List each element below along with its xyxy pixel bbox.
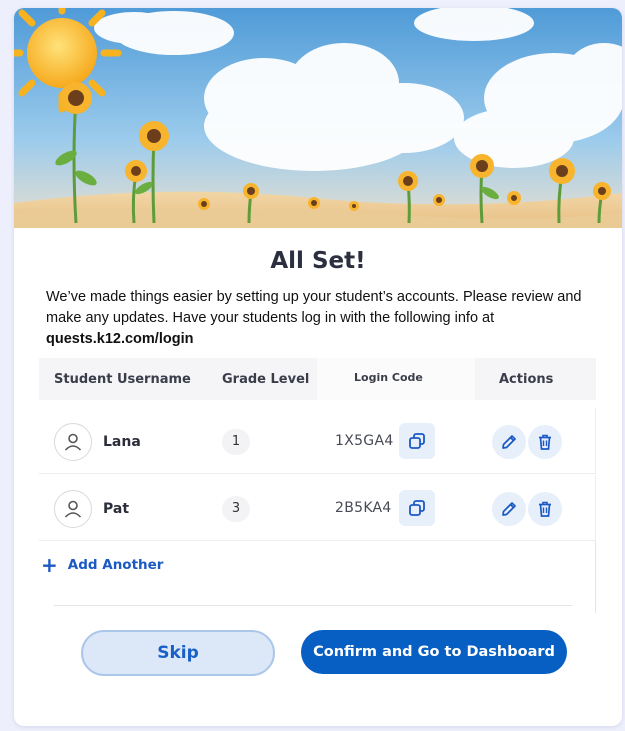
page-title: All Set! bbox=[270, 248, 366, 274]
avatar bbox=[54, 490, 92, 528]
divider bbox=[54, 605, 572, 606]
header-actions: Actions bbox=[499, 372, 554, 387]
copy-icon bbox=[409, 433, 425, 449]
grade-badge: 3 bbox=[222, 496, 250, 522]
confirm-dashboard-button[interactable]: Confirm and Go to Dashboard bbox=[301, 630, 567, 674]
user-icon bbox=[64, 433, 82, 451]
edit-button[interactable] bbox=[492, 492, 526, 526]
header-grade: Grade Level bbox=[222, 372, 310, 387]
login-code: 2B5KA4 bbox=[335, 500, 392, 516]
student-username: Lana bbox=[103, 434, 141, 450]
plus-icon: + bbox=[41, 553, 58, 577]
table-row: Pat 3 2B5KA4 bbox=[39, 475, 596, 541]
avatar bbox=[54, 423, 92, 461]
copy-code-button[interactable] bbox=[399, 423, 435, 459]
copy-icon bbox=[409, 500, 425, 516]
delete-button[interactable] bbox=[528, 492, 562, 526]
hero-banner bbox=[14, 8, 622, 228]
delete-button[interactable] bbox=[528, 425, 562, 459]
add-another-button[interactable]: + Add Another bbox=[41, 553, 164, 577]
table-border bbox=[595, 541, 596, 613]
add-another-label: Add Another bbox=[67, 557, 164, 573]
trash-icon bbox=[539, 434, 551, 450]
grade-badge: 1 bbox=[222, 429, 250, 455]
setup-card: All Set! We’ve made things easier by set… bbox=[14, 8, 622, 726]
trash-icon bbox=[539, 501, 551, 517]
login-code: 1X5GA4 bbox=[335, 433, 394, 449]
copy-code-button[interactable] bbox=[399, 490, 435, 526]
sunflower-field-illustration bbox=[14, 8, 622, 228]
skip-button[interactable]: Skip bbox=[81, 630, 275, 676]
user-icon bbox=[64, 500, 82, 518]
pencil-icon bbox=[502, 435, 516, 449]
intro-text: We’ve made things easier by setting up y… bbox=[46, 287, 591, 350]
header-login-code: Login Code bbox=[317, 358, 475, 400]
table-row: Lana 1 1X5GA4 bbox=[39, 408, 596, 474]
intro-message: We’ve made things easier by setting up y… bbox=[46, 289, 582, 326]
table-header: Student Username Grade Level Login Code … bbox=[39, 358, 596, 400]
student-username: Pat bbox=[103, 501, 130, 517]
header-username: Student Username bbox=[54, 372, 191, 387]
students-table: Student Username Grade Level Login Code … bbox=[39, 358, 596, 613]
pencil-icon bbox=[502, 502, 516, 516]
edit-button[interactable] bbox=[492, 425, 526, 459]
login-url: quests.k12.com/login bbox=[46, 331, 194, 347]
